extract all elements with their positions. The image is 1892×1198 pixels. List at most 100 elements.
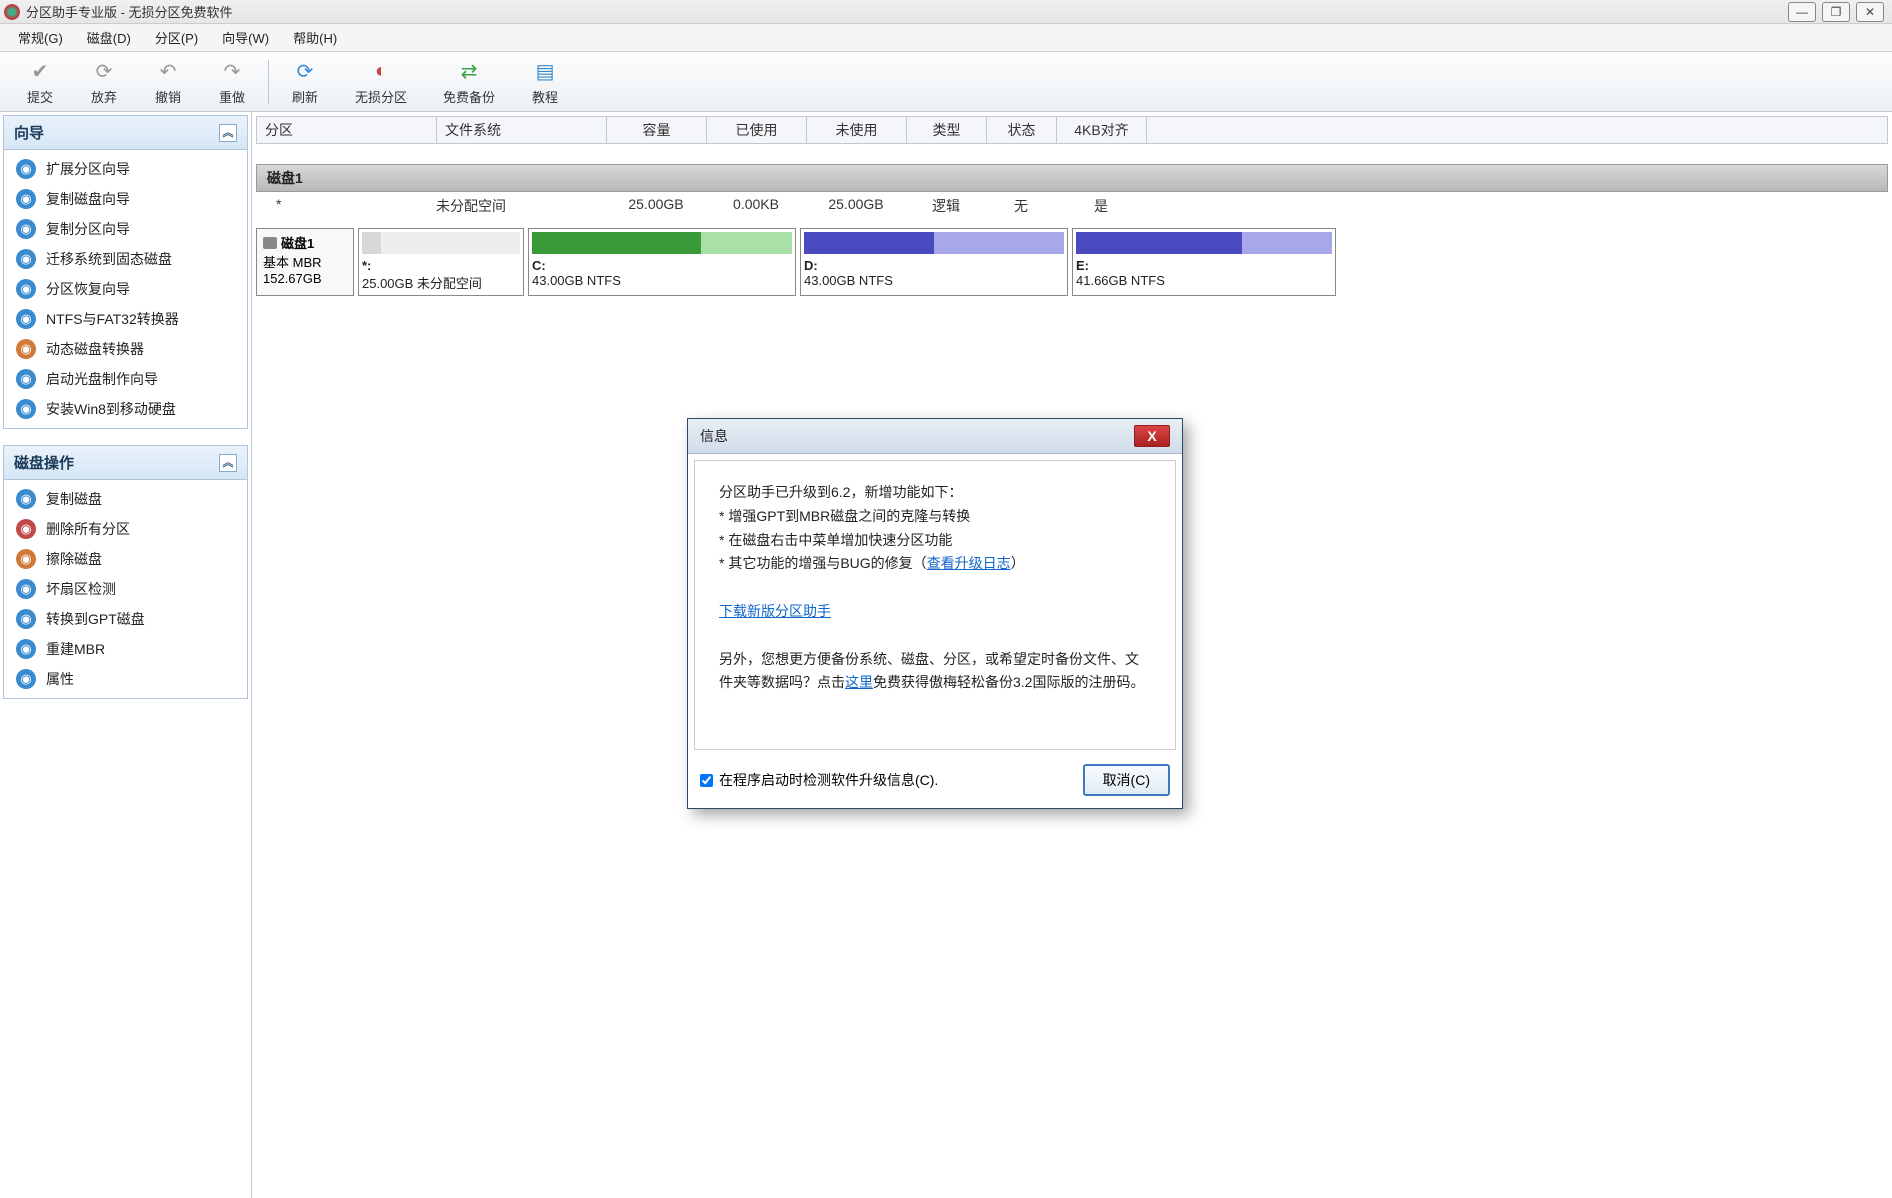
undo-button[interactable]: ↶撤销 (136, 53, 200, 110)
menu-disk[interactable]: 磁盘(D) (75, 24, 143, 51)
wizard-item[interactable]: ◉分区恢复向导 (4, 274, 247, 304)
th-filesystem[interactable]: 文件系统 (437, 117, 607, 143)
diskops-panel: 磁盘操作 ︽ ◉复制磁盘◉删除所有分区◉擦除磁盘◉坏扇区检测◉转换到GPT磁盘◉… (3, 445, 248, 699)
wizard-item[interactable]: ◉启动光盘制作向导 (4, 364, 247, 394)
partition-letter: *: (362, 258, 520, 273)
maximize-button[interactable]: ❐ (1822, 2, 1850, 22)
dialog-cancel-button[interactable]: 取消(C) (1083, 764, 1170, 796)
menu-wizard[interactable]: 向导(W) (210, 24, 281, 51)
row-align: 是 (1056, 196, 1146, 216)
partition-row-data[interactable]: * 未分配空间 25.00GB 0.00KB 25.00GB 逻辑 无 是 (256, 192, 1888, 220)
wizard-item[interactable]: ◉复制磁盘向导 (4, 184, 247, 214)
menu-general[interactable]: 常规(G) (6, 24, 75, 51)
diskops-item[interactable]: ◉坏扇区检测 (4, 574, 247, 604)
disk-info[interactable]: 磁盘1 基本 MBR 152.67GB (256, 228, 354, 296)
th-partition[interactable]: 分区 (257, 117, 437, 143)
window-title: 分区助手专业版 - 无损分区免费软件 (26, 2, 1888, 21)
diskops-item-icon: ◉ (16, 549, 36, 569)
diskops-item[interactable]: ◉擦除磁盘 (4, 544, 247, 574)
disk-info-basic: 基本 MBR (263, 252, 347, 271)
diskops-item[interactable]: ◉删除所有分区 (4, 514, 247, 544)
main-area: 向导 ︽ ◉扩展分区向导◉复制磁盘向导◉复制分区向导◉迁移系统到固态磁盘◉分区恢… (0, 112, 1892, 1198)
wizard-panel-body: ◉扩展分区向导◉复制磁盘向导◉复制分区向导◉迁移系统到固态磁盘◉分区恢复向导◉N… (4, 150, 247, 428)
th-align4k[interactable]: 4KB对齐 (1057, 117, 1147, 143)
book-icon: ▤ (531, 57, 559, 85)
here-link[interactable]: 这里 (845, 674, 873, 690)
disk-group-label[interactable]: 磁盘1 (256, 164, 1888, 192)
dialog-footer: 在程序启动时检测软件升级信息(C). 取消(C) (688, 756, 1182, 808)
menu-partition[interactable]: 分区(P) (143, 24, 210, 51)
lossless-button[interactable]: ◐无损分区 (337, 53, 425, 110)
discard-button[interactable]: ⟳放弃 (72, 53, 136, 110)
wizard-item[interactable]: ◉复制分区向导 (4, 214, 247, 244)
partition-meter (362, 232, 520, 254)
diskops-item[interactable]: ◉复制磁盘 (4, 484, 247, 514)
partition-desc: 43.00GB NTFS (804, 273, 1064, 288)
th-used[interactable]: 已使用 (707, 117, 807, 143)
dialog-close-button[interactable]: X (1134, 425, 1170, 447)
content-area: 分区 文件系统 容量 已使用 未使用 类型 状态 4KB对齐 磁盘1 * 未分配… (252, 112, 1892, 1198)
changelog-link[interactable]: 查看升级日志 (927, 555, 1011, 571)
th-unused[interactable]: 未使用 (807, 117, 907, 143)
diskops-item-icon: ◉ (16, 639, 36, 659)
diskops-item[interactable]: ◉属性 (4, 664, 247, 694)
refresh-button[interactable]: ⟳刷新 (273, 53, 337, 110)
tutorial-button[interactable]: ▤ 教程 (513, 53, 577, 110)
wizard-item[interactable]: ◉迁移系统到固态磁盘 (4, 244, 247, 274)
commit-label: 提交 (27, 87, 53, 106)
wizard-item-label: NTFS与FAT32转换器 (46, 309, 179, 329)
redo-button[interactable]: ↷重做 (200, 53, 264, 110)
partition-box[interactable]: *:25.00GB 未分配空间 (358, 228, 524, 296)
th-type[interactable]: 类型 (907, 117, 987, 143)
partition-box[interactable]: C:43.00GB NTFS (528, 228, 796, 296)
wizard-item[interactable]: ◉扩展分区向导 (4, 154, 247, 184)
diskops-item-icon: ◉ (16, 579, 36, 599)
wizard-item-label: 迁移系统到固态磁盘 (46, 249, 172, 269)
collapse-icon[interactable]: ︽ (219, 124, 237, 142)
wizard-item[interactable]: ◉动态磁盘转换器 (4, 334, 247, 364)
th-capacity[interactable]: 容量 (607, 117, 707, 143)
th-status[interactable]: 状态 (987, 117, 1057, 143)
wizard-item-label: 复制磁盘向导 (46, 189, 130, 209)
wizard-panel-title: 向导 (14, 122, 44, 143)
row-type: 逻辑 (906, 196, 986, 216)
wizard-item-icon: ◉ (16, 369, 36, 389)
startup-check-checkbox[interactable] (700, 774, 713, 787)
dialog-titlebar[interactable]: 信息 X (688, 419, 1182, 454)
diskops-panel-header[interactable]: 磁盘操作 ︽ (4, 446, 247, 480)
collapse-icon[interactable]: ︽ (219, 454, 237, 472)
wizard-panel-header[interactable]: 向导 ︽ (4, 116, 247, 150)
close-button[interactable]: ✕ (1856, 2, 1884, 22)
row-name: * (256, 196, 436, 216)
partition-box[interactable]: D:43.00GB NTFS (800, 228, 1068, 296)
diskops-item-label: 属性 (46, 669, 74, 689)
toolbar: ✔提交 ⟳放弃 ↶撤销 ↷重做 ⟳刷新 ◐无损分区 ⇄免费备份 ▤ 教程 (0, 52, 1892, 112)
wizard-item-label: 动态磁盘转换器 (46, 339, 144, 359)
disk-info-size: 152.67GB (263, 271, 347, 286)
diskops-item[interactable]: ◉转换到GPT磁盘 (4, 604, 247, 634)
wizard-item[interactable]: ◉安装Win8到移动硬盘 (4, 394, 247, 424)
backup-button[interactable]: ⇄免费备份 (425, 53, 513, 110)
partition-letter: C: (532, 258, 792, 273)
download-link[interactable]: 下载新版分区助手 (719, 603, 831, 619)
partition-desc: 43.00GB NTFS (532, 273, 792, 288)
tutorial-label: 教程 (532, 87, 558, 106)
minimize-button[interactable]: — (1788, 2, 1816, 22)
wizard-item-icon: ◉ (16, 159, 36, 179)
partition-box[interactable]: E:41.66GB NTFS (1072, 228, 1336, 296)
wizard-item[interactable]: ◉NTFS与FAT32转换器 (4, 304, 247, 334)
commit-button[interactable]: ✔提交 (8, 53, 72, 110)
reload-icon: ⟳ (90, 57, 118, 85)
menu-help[interactable]: 帮助(H) (281, 24, 349, 51)
diskops-item-label: 重建MBR (46, 639, 105, 659)
partition-desc: 41.66GB NTFS (1076, 273, 1332, 288)
partition-letter: E: (1076, 258, 1332, 273)
dialog-para2: 另外，您想更方便备份系统、磁盘、分区，或希望定时备份文件、文件夹等数据吗？点击这… (719, 648, 1151, 696)
startup-check-text: 在程序启动时检测软件升级信息(C). (719, 770, 938, 790)
startup-check-label[interactable]: 在程序启动时检测软件升级信息(C). (700, 770, 938, 790)
dialog-line4: * 其它功能的增强与BUG的修复（查看升级日志） (719, 552, 1151, 576)
redo-label: 重做 (219, 87, 245, 106)
diskops-item[interactable]: ◉ 重建MBR (4, 634, 247, 664)
partition-meter (1076, 232, 1332, 254)
wizard-item-label: 分区恢复向导 (46, 279, 130, 299)
